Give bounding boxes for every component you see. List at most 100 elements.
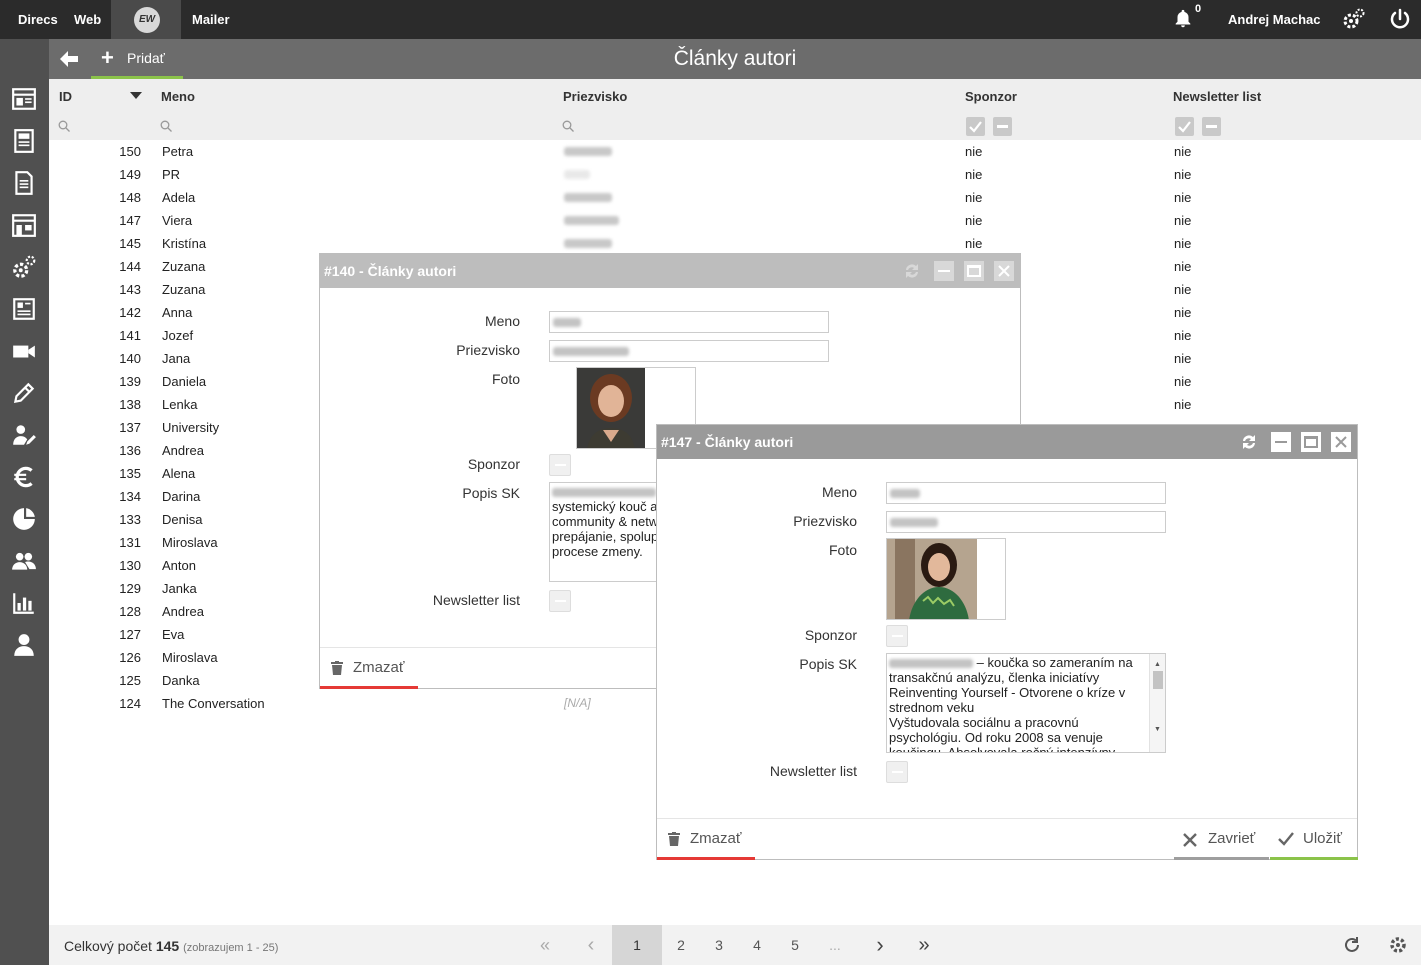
close-icon[interactable] (994, 261, 1014, 281)
nav-web[interactable]: Web (74, 0, 101, 39)
scroll-down-icon[interactable]: ▼ (1154, 722, 1161, 737)
gear-icon[interactable] (1388, 935, 1408, 955)
nav-mailer[interactable]: Mailer (192, 0, 230, 39)
close-icon[interactable] (1331, 432, 1351, 452)
delete-label: Zmazať (353, 659, 405, 676)
surname-field[interactable] (886, 511, 1166, 533)
description-textarea[interactable]: – koučka so zameraním na transakčnú anal… (886, 653, 1166, 753)
close-button[interactable]: Zavrieť (1174, 819, 1269, 860)
surname-field[interactable] (549, 340, 829, 362)
refresh-icon[interactable] (902, 261, 922, 281)
column-header-surname[interactable]: Priezvisko (563, 89, 627, 104)
search-icon[interactable] (58, 120, 70, 132)
cell-newsletter: nie (1174, 374, 1192, 389)
cell-id: 142 (119, 305, 141, 320)
maximize-icon[interactable] (1301, 432, 1321, 452)
table-row[interactable]: 150 Petra nie nie (49, 140, 1421, 163)
user-edit-icon[interactable] (11, 422, 37, 448)
table-row[interactable]: 149 PR nie nie (49, 163, 1421, 186)
sponsor-filter-yes[interactable] (966, 117, 985, 136)
sponsor-toggle[interactable] (549, 454, 571, 476)
cell-sponsor: nie (965, 144, 983, 159)
table-header: ID Meno Priezvisko Sponzor Newsletter li… (49, 79, 1421, 140)
prev-page-icon[interactable]: ‹ (577, 925, 605, 965)
field-label-newsletter: Newsletter list (769, 763, 857, 779)
cell-name: The Conversation (162, 696, 265, 711)
euro-icon[interactable] (11, 464, 37, 490)
last-page-icon[interactable]: » (910, 925, 938, 965)
name-field[interactable] (886, 482, 1166, 504)
news-icon[interactable] (11, 296, 37, 322)
textarea-scrollbar[interactable]: ▲ ▼ (1149, 654, 1165, 752)
page-2-button[interactable]: 2 (668, 925, 694, 965)
description-line: strednom veku (889, 700, 975, 715)
description-line: Reinventing Yourself - Otvorene o kríze … (889, 685, 1126, 700)
field-label-surname: Priezvisko (793, 513, 857, 529)
gears-icon[interactable] (11, 254, 37, 280)
cell-newsletter: nie (1174, 213, 1192, 228)
table-row[interactable]: 148 Adela nie nie (49, 186, 1421, 209)
page-4-button[interactable]: 4 (744, 925, 770, 965)
power-icon[interactable] (1388, 7, 1412, 31)
users-icon[interactable] (11, 548, 37, 574)
pencil-icon[interactable] (11, 380, 37, 406)
scroll-up-icon[interactable]: ▲ (1154, 657, 1161, 672)
first-page-icon[interactable]: « (531, 925, 559, 965)
column-header-id[interactable]: ID (59, 89, 72, 104)
table-row[interactable]: 147 Viera nie nie (49, 209, 1421, 232)
cell-name: Anton (162, 558, 196, 573)
page-icon[interactable] (11, 128, 37, 154)
sponsor-toggle[interactable] (886, 625, 908, 647)
page-ellipsis: ... (829, 937, 841, 953)
search-icon[interactable] (562, 120, 574, 132)
name-field[interactable] (549, 311, 829, 333)
bell-icon[interactable] (1172, 8, 1194, 30)
field-label-sponsor: Sponzor (467, 456, 520, 472)
next-page-icon[interactable]: › (866, 925, 894, 965)
sponsor-filter-no[interactable] (993, 117, 1012, 136)
newsletter-filter-no[interactable] (1202, 117, 1221, 136)
page-1-button[interactable]: 1 (612, 925, 662, 965)
cell-newsletter: nie (1174, 190, 1192, 205)
user-icon[interactable] (11, 632, 37, 658)
cell-name: Kristína (162, 236, 207, 251)
bar-chart-icon[interactable] (11, 590, 37, 616)
cell-name: Danka (162, 673, 200, 688)
sort-desc-icon[interactable] (130, 92, 142, 100)
cell-sponsor: nie (965, 213, 983, 228)
document-icon[interactable] (11, 170, 37, 196)
column-header-name[interactable]: Meno (161, 89, 195, 104)
page-5-button[interactable]: 5 (782, 925, 808, 965)
settings-gears-icon[interactable] (1342, 7, 1366, 31)
store-icon[interactable] (11, 212, 37, 238)
pagination-bar: Celkový počet 145 (zobrazujem 1 - 25) « … (49, 925, 1421, 965)
scroll-thumb[interactable] (1153, 671, 1163, 689)
logo-tab[interactable]: EW (111, 0, 181, 39)
search-icon[interactable] (160, 120, 172, 132)
user-name[interactable]: Andrej Machac (1228, 0, 1320, 39)
maximize-icon[interactable] (964, 261, 984, 281)
save-button[interactable]: Uložiť (1270, 819, 1358, 860)
newsletter-toggle[interactable] (886, 761, 908, 783)
cell-surname-redacted (564, 140, 644, 163)
delete-button[interactable]: Zmazať (657, 819, 755, 860)
minimize-icon[interactable] (934, 261, 954, 281)
layout-icon[interactable] (11, 86, 37, 112)
video-icon[interactable] (11, 338, 37, 364)
page-3-button[interactable]: 3 (706, 925, 732, 965)
nav-direcs[interactable]: Direcs (18, 0, 58, 39)
column-header-sponsor[interactable]: Sponzor (965, 89, 1017, 104)
minimize-icon[interactable] (1271, 432, 1291, 452)
newsletter-toggle[interactable] (549, 590, 571, 612)
photo-thumbnail[interactable] (886, 538, 1006, 620)
cell-name: Andrea (162, 604, 204, 619)
toolbar: + Pridať Články autori (49, 39, 1421, 79)
refresh-icon[interactable] (1239, 432, 1259, 452)
column-header-newsletter[interactable]: Newsletter list (1173, 89, 1261, 104)
refresh-icon[interactable] (1342, 935, 1362, 955)
pie-chart-icon[interactable] (11, 506, 37, 532)
delete-button[interactable]: Zmazať (320, 648, 418, 689)
newsletter-filter-yes[interactable] (1175, 117, 1194, 136)
table-row[interactable]: 145 Kristína nie nie (49, 232, 1421, 255)
cell-id: 133 (119, 512, 141, 527)
